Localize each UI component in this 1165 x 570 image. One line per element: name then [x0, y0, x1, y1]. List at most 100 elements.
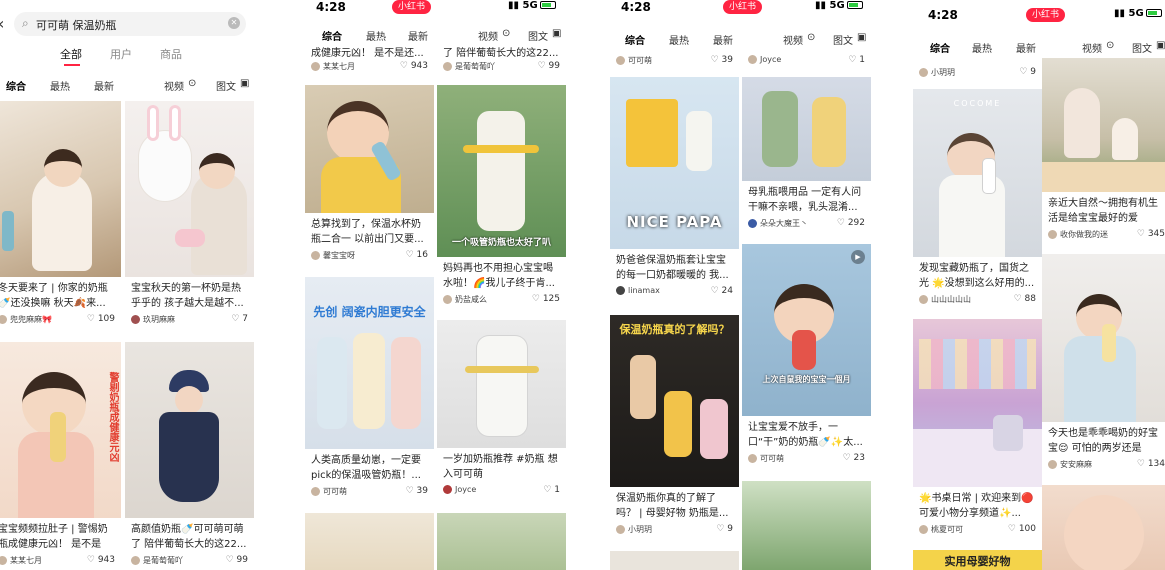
filter-hot[interactable]: 最热	[366, 28, 386, 43]
like-count[interactable]: ♡ 1	[543, 485, 560, 495]
search-input[interactable]: 可可萌 保温奶瓶	[36, 17, 117, 33]
note-card-partial[interactable]: 了 陪伴葡萄长大的这22... 是葡萄葡吖 ♡ 99	[437, 42, 566, 76]
like-count[interactable]: ♡ 109	[87, 314, 115, 324]
like-count[interactable]: ♡ 134	[1137, 459, 1165, 469]
like-count[interactable]: ♡ 9	[1019, 67, 1036, 77]
like-count[interactable]: ♡ 99	[226, 555, 248, 565]
note-cover-image	[742, 481, 871, 570]
filter-comprehensive[interactable]: 综合	[625, 32, 645, 47]
note-title: 宝宝秋天的第一杯奶是热乎乎的 孩子越大是越不...	[131, 283, 244, 309]
filter-video[interactable]: 视频	[1082, 40, 1102, 55]
note-card[interactable]: 警剔奶瓶成健康元凶 宝宝频频拉肚子 | 警惕奶瓶成健康元凶！ 是不是还... 某…	[0, 342, 121, 570]
note-card-partial[interactable]	[305, 513, 434, 570]
note-card[interactable]: 今天也是乖乖喝奶的好宝宝😌 可怕的两岁还是到... 安安麻麻 ♡ 134	[1042, 254, 1165, 474]
note-card[interactable]: NICE PAPA 奶爸爸保温奶瓶套让宝宝的每一口奶都暖暖的 我... lina…	[610, 77, 739, 301]
note-card[interactable]: 一岁加奶瓶推荐 #奶瓶 想入可可萌 Joyce ♡ 1	[437, 320, 566, 500]
search-icon: ⌕	[22, 16, 29, 30]
author-name: 可可萌	[323, 487, 347, 496]
child-face	[1064, 495, 1144, 570]
filter-comprehensive[interactable]: 综合	[930, 40, 950, 55]
note-meta: 某某七月 ♡ 943	[305, 58, 434, 76]
like-count[interactable]: ♡ 88	[1014, 294, 1036, 304]
note-card[interactable]: 亲近大自然～拥抱有机生活是给宝宝最好的爱 🟡... 收你做我的迷 ♡ 345	[1042, 58, 1165, 244]
note-card[interactable]: COCOME 发现宝藏奶瓶了，国货之光 🌟没想到这么好用的... 山山山山山 ♡ …	[913, 89, 1042, 309]
note-cover-image	[610, 551, 739, 570]
filter-latest[interactable]: 最新	[94, 78, 114, 93]
like-count[interactable]: ♡ 7	[231, 314, 248, 324]
avatar	[443, 485, 452, 494]
author-name: linamax	[628, 286, 660, 295]
search-bar[interactable]: ⌕ 可可萌 保温奶瓶 ✕	[14, 12, 246, 36]
like-count[interactable]: ♡ 1	[848, 55, 865, 65]
filter-video[interactable]: 视频	[783, 32, 803, 47]
note-card-partial[interactable]: 成健康元凶！ 是不是还... 某某七月 ♡ 943	[305, 42, 434, 76]
note-card[interactable]: 先创 阔瓷内胆更安全 人类高质量幼崽，一定要pick的保温吸管奶瓶！... 可可…	[305, 277, 434, 501]
play-icon[interactable]: ▶	[851, 250, 865, 264]
tab-products[interactable]: 商品	[160, 46, 182, 62]
like-count[interactable]: ♡ 292	[837, 218, 865, 228]
note-card-partial[interactable]	[610, 551, 739, 570]
tab-all[interactable]: 全部	[60, 46, 82, 62]
filter-comprehensive[interactable]: 综合	[322, 28, 342, 43]
bottle-image	[317, 337, 347, 429]
note-card[interactable]: ▶ 上次自鼠我的宝宝一個月 让宝宝爱不放手，一口“干”奶的奶瓶🍼✨太... 可可…	[742, 244, 871, 468]
note-title: 一岁加奶瓶推荐 #奶瓶 想入可可萌	[443, 454, 558, 480]
play-circle-icon: ⊙	[502, 28, 511, 39]
filter-image-text[interactable]: 图文	[833, 32, 853, 47]
note-card-partial[interactable]: Joyce ♡ 1	[742, 52, 871, 70]
note-card-partial[interactable]: 实用母婴好物	[913, 550, 1042, 570]
like-count[interactable]: ♡ 9	[716, 524, 733, 534]
note-cover-image	[305, 85, 434, 213]
like-count[interactable]: ♡ 16	[406, 250, 428, 260]
filter-video[interactable]: 视频	[478, 28, 498, 43]
note-card-partial[interactable]: 可可萌 ♡ 39	[610, 52, 739, 70]
back-arrow-icon[interactable]: ‹	[0, 14, 4, 33]
filter-hot[interactable]: 最热	[669, 32, 689, 47]
heart-icon: ♡	[399, 61, 408, 71]
note-card-partial[interactable]	[742, 481, 871, 570]
note-card[interactable]: 宝宝秋天的第一杯奶是热乎乎的 孩子越大是越不... 玖玥麻麻 ♡ 7	[125, 101, 254, 329]
like-count[interactable]: ♡ 23	[843, 453, 865, 463]
filter-hot[interactable]: 最热	[50, 78, 70, 93]
like-count[interactable]: ♡ 125	[532, 294, 560, 304]
avatar	[311, 487, 320, 496]
author-name: 山山山山山	[931, 295, 971, 304]
like-count[interactable]: ♡ 100	[1008, 524, 1036, 534]
like-count[interactable]: ♡ 39	[406, 486, 428, 496]
filter-hot[interactable]: 最热	[972, 40, 992, 55]
filter-image-text[interactable]: 图文	[1132, 40, 1152, 55]
filter-latest[interactable]: 最新	[1016, 40, 1036, 55]
note-card-partial[interactable]: 小玥玥 ♡ 9	[913, 64, 1042, 82]
heart-icon: ♡	[543, 485, 552, 495]
sippy-bottle	[477, 336, 527, 436]
note-card[interactable]: 一个吸管奶瓶也太好了叭 妈妈再也不用担心宝宝喝水啦！🌈我儿子终于肯... 奶盐咸…	[437, 85, 566, 309]
like-count[interactable]: ♡ 24	[711, 286, 733, 296]
like-number: 23	[853, 453, 865, 463]
like-count[interactable]: ♡ 99	[538, 61, 560, 71]
filter-comprehensive[interactable]: 综合	[6, 78, 26, 93]
note-card[interactable]: 冬天要来了 | 你家的奶瓶🍼还没换嘛 秋天🍂来... 兜兜麻麻🎀 ♡ 109	[0, 101, 121, 329]
note-card[interactable]: 总算找到了，保温水杯奶瓶二合一 以前出门又要... 馨宝宝呀 ♡ 16	[305, 85, 434, 265]
note-card[interactable]: 🌟书桌日常 | 欢迎来到🔴可爱小物分享频道✨... 桃夏可可 ♡ 100	[913, 319, 1042, 539]
filter-latest[interactable]: 最新	[713, 32, 733, 47]
note-card[interactable]: 保温奶瓶真的了解吗？ 保温奶瓶你真的了解了吗？ | 母婴好物 奶瓶是... 小玥…	[610, 315, 739, 539]
note-card[interactable]: 高颜值奶瓶🍼可可萌可萌了 陪伴葡萄长大的这22... 是葡萄葡吖 ♡ 99	[125, 342, 254, 570]
like-count[interactable]: ♡ 943	[400, 61, 428, 71]
note-card-partial[interactable]	[437, 513, 566, 570]
note-title: 宝宝频频拉肚子 | 警惕奶瓶成健康元凶！ 是不是还...	[0, 524, 108, 550]
like-count[interactable]: ♡ 943	[87, 555, 115, 565]
like-count[interactable]: ♡ 39	[711, 55, 733, 65]
tab-users[interactable]: 用户	[110, 46, 132, 62]
filter-video[interactable]: 视频	[164, 78, 184, 93]
filter-image-text[interactable]: 图文	[216, 78, 236, 93]
note-card-partial[interactable]	[1042, 485, 1165, 570]
filter-image-text[interactable]: 图文	[528, 28, 548, 43]
child-figure	[159, 412, 219, 502]
note-card[interactable]: 母乳瓶喂用品 一定有人问干嘛不亲喂，乳头混淆... 朵朵大魔王丶 ♡ 292	[742, 77, 871, 233]
clear-icon[interactable]: ✕	[228, 17, 240, 29]
avatar	[616, 56, 625, 65]
filter-latest[interactable]: 最新	[408, 28, 428, 43]
note-cover-image	[437, 320, 566, 448]
like-count[interactable]: ♡ 345	[1137, 229, 1165, 239]
network-label: 5G	[522, 0, 538, 11]
